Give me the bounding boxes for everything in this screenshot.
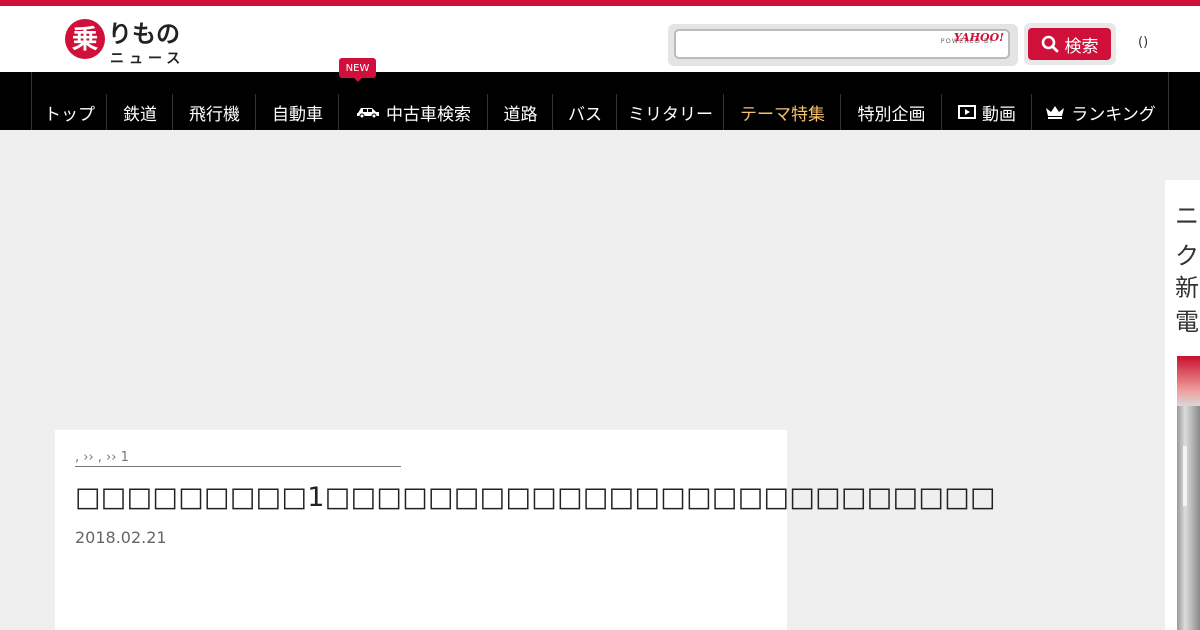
nav-item-label: 中古車検索 — [386, 104, 471, 125]
user-status: () — [1138, 35, 1149, 50]
nav-item-label: 道路 — [503, 104, 538, 125]
search-button-wrap: 検索 — [1024, 23, 1116, 65]
nav-item-label: バス — [568, 104, 602, 125]
nav-item-top[interactable]: トップ — [31, 94, 107, 130]
search-box: POWERED BY YAHOO! — [668, 24, 1018, 66]
nav-item-car[interactable]: 自動車 — [255, 94, 339, 130]
nav-item-ranking[interactable]: ランキング — [1031, 94, 1169, 130]
search-icon — [1041, 35, 1058, 53]
nav-item-label: ミリタリー — [628, 104, 713, 125]
article-card: , ›› , ›› 1 □□□□□□□□□1□□□□□□□□□□□□□□□□□□… — [55, 430, 996, 630]
nav-item-video[interactable]: 動画 — [941, 94, 1032, 130]
nav-item-airplane[interactable]: 飛行機 — [172, 94, 256, 130]
breadcrumb-trail: , ›› , ›› 1 — [75, 450, 129, 465]
nav-item-road[interactable]: 道路 — [487, 94, 553, 130]
new-badge: NEW — [339, 58, 376, 82]
breadcrumb[interactable]: , ›› , ›› 1 — [75, 450, 401, 467]
nav-divider — [1168, 72, 1169, 130]
nav-item-bus[interactable]: バス — [552, 94, 617, 130]
article-date: 2018.02.21 — [75, 528, 167, 547]
crown-icon — [1046, 106, 1065, 119]
nav-item-label: 動画 — [982, 104, 1016, 125]
car-icon — [357, 108, 379, 118]
svg-text:ニュース: ニュース — [110, 51, 185, 66]
nav-item-label: 特別企画 — [857, 104, 926, 125]
side-ad-text: ニ — [1175, 202, 1199, 230]
svg-text:りもの: りもの — [108, 20, 180, 48]
nav-item-used-car-search[interactable]: 中古車検索 — [338, 94, 488, 130]
side-ad-text: 新 — [1175, 274, 1199, 302]
nav-item-label: 飛行機 — [189, 104, 240, 125]
site-logo[interactable]: 乗 りもの ニュース — [64, 16, 194, 67]
side-ad-image — [1177, 356, 1200, 630]
video-icon — [958, 105, 976, 119]
side-ad-text: 電 — [1175, 308, 1199, 336]
search-button[interactable]: 検索 — [1028, 28, 1111, 60]
nav-item-special[interactable]: 特別企画 — [840, 94, 942, 130]
nav-item-label: トップ — [44, 104, 95, 125]
article-title: □□□□□□□□□1□□□□□□□□□□□□□□□□□□□□□□□□□□ — [75, 482, 996, 513]
svg-text:乗: 乗 — [72, 25, 98, 55]
nav-item-military[interactable]: ミリタリー — [616, 94, 724, 130]
side-advertisement[interactable]: ニ ク 新 電 — [1165, 180, 1200, 630]
main-nav: トップ 鉄道 飛行機 自動車 中古車検索 道路 バス ミリタリー テーマ特集 特… — [0, 72, 1200, 130]
norimono-news-logo-icon: 乗 りもの ニュース — [65, 19, 185, 67]
side-ad-text: ク — [1175, 242, 1199, 270]
yahoo-logo: YAHOO! — [953, 31, 1004, 44]
search-button-label: 検索 — [1064, 36, 1099, 57]
nav-item-railway[interactable]: 鉄道 — [106, 94, 173, 130]
nav-item-label: 自動車 — [272, 104, 323, 125]
nav-item-label: 鉄道 — [123, 104, 157, 125]
nav-item-label: ランキング — [1071, 104, 1156, 125]
nav-item-label: テーマ特集 — [740, 104, 825, 125]
site-header: 乗 りもの ニュース POWERED BY YAHOO! 検索 () — [0, 6, 1200, 72]
nav-item-theme-feature[interactable]: テーマ特集 — [723, 94, 841, 130]
